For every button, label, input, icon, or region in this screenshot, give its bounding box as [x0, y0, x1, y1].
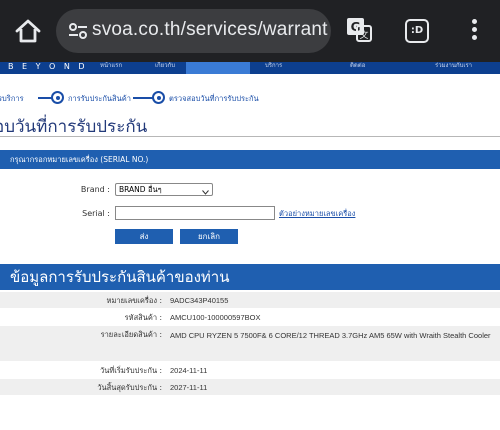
info-key: รายละเอียดสินค้า : [100, 330, 162, 339]
info-key: หมายเลขเครื่อง : [106, 296, 162, 305]
url-text[interactable]: svoa.co.th/services/warrant [92, 19, 328, 41]
nav-item-careers[interactable]: ร่วมงานกับเรา [435, 62, 472, 70]
site-settings-icon[interactable] [68, 22, 88, 40]
breadcrumb-step-icon [152, 91, 165, 104]
nav-item-about[interactable]: เกี่ยวกับ [155, 62, 175, 70]
info-key: วันสิ้นสุดรับประกัน : [97, 383, 162, 392]
serial-form-header: กรุณากรอกหมายเลขเครื่อง (SERIAL NO.) [0, 150, 500, 169]
info-key: รหัสสินค้า : [124, 313, 162, 322]
more-menu-icon[interactable] [466, 19, 482, 43]
info-row-start-date: วันที่เริ่มรับประกัน : 2024-11-11 [0, 362, 500, 379]
brand-select-value: BRAND อื่นๆ [119, 185, 162, 194]
submit-button[interactable]: ส่ง [115, 229, 173, 244]
info-value: 2027-11-11 [170, 383, 208, 392]
cancel-button[interactable]: ยกเลิก [180, 229, 238, 244]
warranty-info-header: ข้อมูลการรับประกันสินค้าของท่าน [0, 264, 500, 290]
breadcrumb-step-icon [51, 91, 64, 104]
warranty-info-table: หมายเลขเครื่อง : 9ADC343P40155 รหัสสินค้… [0, 292, 500, 396]
serial-example-link[interactable]: ตัวอย่างหมายเลขเครื่อง [279, 208, 355, 220]
info-row-product-code: รหัสสินค้า : AMCU100-100000597BOX [0, 309, 500, 326]
breadcrumb-item-warranty[interactable]: การรับประกันสินค้า [68, 93, 131, 105]
nav-item-services[interactable]: บริการ [265, 62, 282, 70]
brand-label: Brand : [80, 185, 110, 194]
info-row-serial: หมายเลขเครื่อง : 9ADC343P40155 [0, 292, 500, 309]
info-key: วันที่เริ่มรับประกัน : [99, 366, 162, 375]
site-logo[interactable]: B E Y O N D [8, 62, 88, 72]
serial-label: Serial : [82, 209, 110, 218]
site-navigation: B E Y O N D หน้าแรก เกี่ยวกับ บริการ ติด… [0, 62, 500, 74]
serial-input[interactable] [115, 206, 275, 220]
address-bar[interactable]: svoa.co.th/services/warrant [56, 9, 331, 53]
chevron-down-icon [202, 187, 209, 195]
info-value: 9ADC343P40155 [170, 296, 229, 305]
svg-text:文: 文 [359, 29, 368, 41]
info-value: AMCU100-100000597BOX [170, 313, 261, 322]
breadcrumb-item-check-date: ตรวจสอบวันที่การรับประกัน [169, 94, 259, 103]
browser-toolbar: svoa.co.th/services/warrant G 文 :D [0, 0, 500, 62]
brand-select[interactable]: BRAND อื่นๆ [115, 183, 213, 196]
breadcrumb-connector [133, 97, 153, 99]
info-row-end-date: วันสิ้นสุดรับประกัน : 2027-11-11 [0, 379, 500, 396]
breadcrumb-connector [38, 97, 52, 99]
divider [0, 136, 500, 137]
translate-icon[interactable]: G 文 [345, 16, 373, 44]
tab-switcher-button[interactable]: :D [405, 19, 429, 43]
info-value: AMD CPU RYZEN 5 7500F& 6 CORE/12 THREAD … [170, 331, 491, 340]
nav-active-indicator [186, 62, 250, 74]
breadcrumb: รบริการ การรับประกันสินค้า ตรวจสอบวันที่… [0, 88, 500, 108]
info-row-description: รายละเอียดสินค้า : AMD CPU RYZEN 5 7500F… [0, 326, 500, 362]
nav-item-contact[interactable]: ติดต่อ [350, 62, 365, 70]
nav-item-home[interactable]: หน้าแรก [100, 62, 122, 70]
breadcrumb-item-services[interactable]: รบริการ [0, 93, 24, 105]
home-icon[interactable] [14, 18, 42, 44]
info-value: 2024-11-11 [170, 366, 208, 375]
